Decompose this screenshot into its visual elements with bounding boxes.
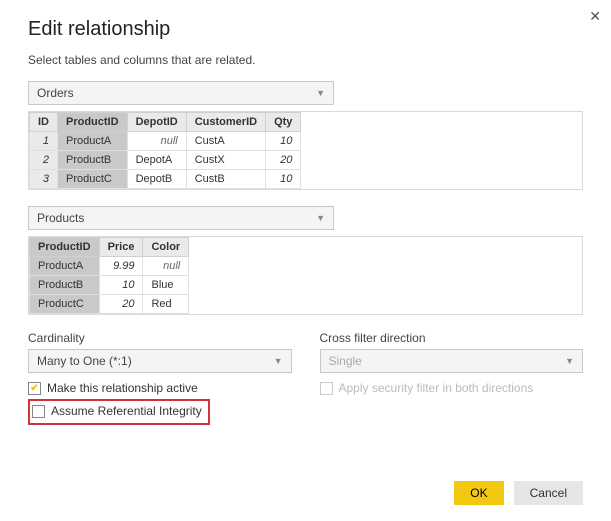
security-checkbox-row: Apply security filter in both directions xyxy=(320,381,584,395)
table-row[interactable]: ProductA 9.99 null xyxy=(30,257,189,276)
table2-header-productid[interactable]: ProductID xyxy=(30,238,100,257)
dialog-subtitle: Select tables and columns that are relat… xyxy=(28,53,583,67)
table-row[interactable]: 3 ProductC DepotB CustB 10 xyxy=(30,170,301,189)
referential-label: Assume Referential Integrity xyxy=(51,404,202,418)
chevron-down-icon: ▼ xyxy=(316,88,325,98)
table-row[interactable]: 1 ProductA null CustA 10 xyxy=(30,132,301,151)
table1-header-depotid[interactable]: DepotID xyxy=(127,113,186,132)
cardinality-value: Many to One (*:1) xyxy=(37,354,132,368)
cardinality-label: Cardinality xyxy=(28,331,292,345)
cardinality-select[interactable]: Many to One (*:1) ▼ xyxy=(28,349,292,373)
table1-select-value: Orders xyxy=(37,86,74,100)
chevron-down-icon: ▼ xyxy=(316,213,325,223)
checkbox-disabled-icon xyxy=(320,382,333,395)
table-row[interactable]: 2 ProductB DepotA CustX 20 xyxy=(30,151,301,170)
table1-header-id[interactable]: ID xyxy=(30,113,58,132)
table1-grid[interactable]: ID ProductID DepotID CustomerID Qty 1 Pr… xyxy=(28,111,583,190)
table1-header-qty[interactable]: Qty xyxy=(266,113,301,132)
table2-select[interactable]: Products ▼ xyxy=(28,206,334,230)
active-label: Make this relationship active xyxy=(47,381,198,395)
table2-select-value: Products xyxy=(37,211,84,225)
table-row[interactable]: ProductB 10 Blue xyxy=(30,276,189,295)
close-icon[interactable]: ✕ xyxy=(589,8,601,25)
active-checkbox-row[interactable]: ✔ Make this relationship active xyxy=(28,381,292,395)
chevron-down-icon: ▼ xyxy=(274,356,283,366)
checkbox-unchecked-icon xyxy=(32,405,45,418)
table1-select[interactable]: Orders ▼ xyxy=(28,81,334,105)
table2-header-price[interactable]: Price xyxy=(99,238,143,257)
checkbox-checked-icon: ✔ xyxy=(28,382,41,395)
table1-header-customerid[interactable]: CustomerID xyxy=(186,113,265,132)
dialog-title: Edit relationship xyxy=(28,18,583,41)
crossfilter-value: Single xyxy=(329,354,362,368)
table2-grid[interactable]: ProductID Price Color ProductA 9.99 null… xyxy=(28,236,583,315)
cancel-button[interactable]: Cancel xyxy=(514,481,583,505)
referential-checkbox-row[interactable]: Assume Referential Integrity xyxy=(32,404,202,418)
security-label: Apply security filter in both directions xyxy=(339,381,534,395)
crossfilter-label: Cross filter direction xyxy=(320,331,584,345)
table1-header-productid[interactable]: ProductID xyxy=(58,113,128,132)
table2-header-color[interactable]: Color xyxy=(143,238,189,257)
referential-highlight: Assume Referential Integrity xyxy=(28,399,210,425)
table-row[interactable]: ProductC 20 Red xyxy=(30,295,189,314)
ok-button[interactable]: OK xyxy=(454,481,503,505)
chevron-down-icon: ▼ xyxy=(565,356,574,366)
crossfilter-select: Single ▼ xyxy=(320,349,584,373)
